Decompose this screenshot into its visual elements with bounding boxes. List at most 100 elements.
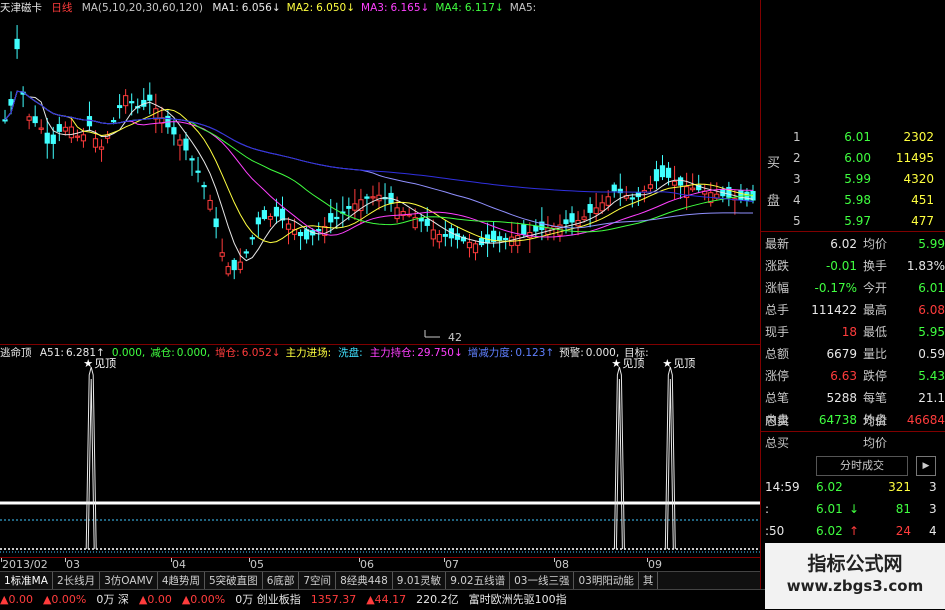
ma-label: MA4:	[435, 2, 462, 14]
ma-label: MA2:	[286, 2, 314, 14]
tick-tab[interactable]: 分时成交	[816, 456, 908, 476]
indicator-tab[interactable]: 5突破直图	[205, 572, 263, 590]
candle	[201, 181, 207, 200]
kline-chart[interactable]: 42 天津磁卡 日线 MA(5,10,20,30,60,120) MA1: 6.0…	[0, 0, 760, 345]
ma-item: MA2: 6.050↓	[287, 2, 355, 14]
ma2-line	[4, 90, 754, 244]
indicator-label: 减仓:	[150, 347, 175, 359]
candle	[123, 89, 129, 114]
divider	[761, 231, 945, 232]
quote-label: 换手	[863, 259, 888, 273]
status-item: ▲0.00%	[42, 593, 87, 606]
low-marker: 42	[424, 330, 462, 344]
stock-name[interactable]: 天津磁卡	[0, 2, 42, 14]
indicator-tab[interactable]: 3仿OAMV	[100, 572, 158, 590]
ma-value: 6.117	[464, 2, 495, 14]
candle	[671, 165, 678, 200]
x-tick	[359, 558, 360, 562]
kline-svg: 42	[0, 25, 760, 345]
indicator-tab[interactable]: 9.02五线谱	[446, 572, 511, 590]
indicator-label: 目标:	[624, 347, 649, 359]
quote-label: 总笔	[765, 391, 790, 405]
indicator-arrow: ↑	[545, 347, 555, 359]
indicator-name[interactable]: 逃命顶	[0, 347, 32, 359]
low-marker-label: 42	[448, 331, 462, 344]
indicator-tab[interactable]: 03明阳动能	[574, 572, 639, 590]
quote-value: 5.99	[918, 237, 945, 251]
candle	[26, 113, 32, 130]
x-tick-label: 07	[445, 558, 459, 571]
watermark: 指标公式网 www.zbgs3.com	[765, 543, 945, 609]
ma-item: MA5:	[510, 2, 539, 14]
bid-volume: 451	[911, 193, 934, 207]
candle	[243, 249, 249, 258]
top-signal: ★ 见顶	[662, 357, 695, 550]
indicator-tab[interactable]: 1标准MA	[0, 572, 53, 590]
candle	[527, 222, 533, 253]
indicator-label: 预警:	[559, 347, 584, 359]
bid-price[interactable]: 5.97	[821, 212, 871, 231]
bid-price[interactable]: 6.00	[821, 149, 871, 168]
candle	[2, 109, 8, 124]
candle	[279, 196, 286, 229]
tick-volume: 321	[888, 480, 911, 494]
indicator-header: 逃命顶 A51: 6.281↑ 0.000, 减仓: 0.000, 增仓: 6.052↓ 主力…	[0, 345, 661, 361]
ma-value: 6.165	[390, 2, 421, 14]
candle	[147, 82, 153, 115]
ma-arrow: ↓	[420, 2, 430, 14]
play-icon[interactable]: ▶	[916, 456, 936, 476]
tick-price: 6.02	[816, 524, 843, 538]
quote-value: 5.43	[918, 369, 945, 383]
indicator-tab[interactable]: 9.01灵敏	[393, 572, 447, 590]
indicator-tab[interactable]: 8经典448	[336, 572, 393, 590]
status-item: 0万 创业板指	[235, 593, 301, 606]
quote-label: 跌停	[863, 369, 888, 383]
x-tick	[1, 558, 2, 562]
candle	[509, 221, 515, 253]
candle	[261, 206, 268, 221]
indicator-tab[interactable]: 4趋势周	[158, 572, 205, 590]
quote-label: 量比	[863, 347, 888, 361]
x-tick-label: 06	[360, 558, 374, 571]
bid-volume: 4320	[903, 172, 934, 186]
indicator-item: 主力进场:	[286, 347, 334, 359]
bid-price[interactable]: 6.01	[821, 128, 871, 147]
buy-level-row: 2 6.00 11495	[761, 149, 945, 168]
candle	[104, 130, 111, 144]
indicator-tab[interactable]: 其	[639, 572, 659, 590]
quote-value: 6.02	[830, 237, 857, 251]
indicator-chart[interactable]: ★ 见顶 ★ 见顶 ★ 见顶	[0, 345, 760, 557]
indicator-tab[interactable]: 2长线月	[53, 572, 101, 590]
quote-label: 最高	[863, 303, 888, 317]
ma-label: MA3:	[361, 2, 388, 14]
quote-value: 21.1	[918, 391, 945, 405]
candle	[225, 262, 231, 277]
buy-level-row: 3 5.99 4320	[761, 170, 945, 189]
candle	[454, 226, 461, 249]
quote-value: 111422	[811, 303, 857, 317]
indicator-tab[interactable]: 6底部	[263, 572, 300, 590]
tick-time: :	[765, 502, 770, 516]
buy-level-row: 1 6.01 2302	[761, 128, 945, 147]
candle	[684, 172, 690, 211]
quote-label: 总额	[765, 347, 790, 361]
candle	[249, 234, 255, 245]
x-tick	[249, 558, 250, 562]
indicator-label: 增仓:	[215, 347, 240, 359]
indicator-svg: ★ 见顶 ★ 见顶 ★ 见顶	[0, 357, 760, 553]
indicator-tab[interactable]: 03一线三强	[510, 572, 575, 590]
indicator-tab[interactable]: 7空间	[299, 572, 337, 590]
bid-price[interactable]: 5.98	[821, 191, 871, 210]
level-number: 4	[793, 193, 801, 207]
quote-value: 1.83%	[906, 259, 945, 273]
tick-arrow: ↓	[849, 502, 860, 516]
x-tick	[554, 558, 555, 562]
indicator-item: 增减力度: 0.123↑	[468, 347, 554, 359]
indicator-value: 0.123	[515, 347, 546, 359]
quote-label: 涨跌	[765, 259, 790, 273]
buy-level-row: 5 5.97 477	[761, 212, 945, 231]
quote-value: 0.59	[918, 347, 945, 361]
status-item: ▲0.00	[0, 593, 33, 606]
bid-price[interactable]: 5.99	[821, 170, 871, 189]
period-label[interactable]: 日线	[51, 2, 72, 14]
